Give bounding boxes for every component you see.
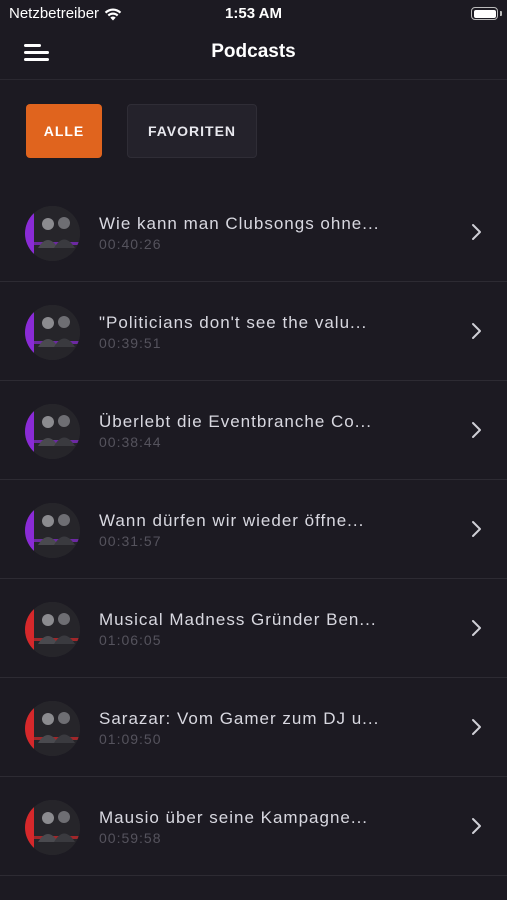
episode-thumbnail (25, 503, 80, 558)
episode-row[interactable]: Wie kann man Clubsongs ohne... 00:40:26 (0, 183, 507, 282)
episode-row[interactable]: Überlebt die Eventbranche Co... 00:38:44 (0, 381, 507, 480)
episode-thumbnail (25, 800, 80, 855)
nav-bar: Podcasts (0, 28, 507, 80)
episode-thumbnail (25, 602, 80, 657)
battery-cap (500, 11, 502, 16)
episode-thumbnail (25, 404, 80, 459)
episode-duration: 01:06:05 (99, 632, 162, 648)
episode-title: Sarazar: Vom Gamer zum DJ u... (99, 709, 380, 728)
episode-row[interactable]: Mausio über seine Kampagne... 00:59:58 (0, 777, 507, 876)
battery-icon (471, 7, 498, 20)
episode-thumbnail (25, 305, 80, 360)
episode-list: Wie kann man Clubsongs ohne... 00:40:26 "P… (0, 183, 507, 876)
episode-thumbnail (25, 701, 80, 756)
episode-duration: 01:09:50 (99, 731, 162, 747)
status-time: 1:53 AM (225, 5, 282, 22)
episode-title: Mausio über seine Kampagne... (99, 808, 369, 827)
status-bar: Netzbetreiber 1:53 AM (0, 0, 507, 28)
chevron-right-icon (472, 719, 481, 735)
episode-row[interactable]: "Politicians don't see the valu... 00:39:… (0, 282, 507, 381)
page-title: Podcasts (211, 41, 296, 62)
podcasts-screen: Netzbetreiber 1:53 AM Podcasts ALLE FAVO… (0, 0, 507, 900)
episode-duration: 00:39:51 (99, 335, 162, 351)
filter-favorites-button[interactable]: FAVORITEN (127, 104, 257, 158)
episode-title: Wie kann man Clubsongs ohne... (99, 214, 380, 233)
episode-title: Überlebt die Eventbranche Co... (99, 412, 372, 431)
episode-title: Musical Madness Gründer Ben... (99, 610, 377, 629)
chevron-right-icon (472, 521, 481, 537)
episode-duration: 00:38:44 (99, 434, 162, 450)
episode-duration: 00:40:26 (99, 236, 162, 252)
chevron-right-icon (472, 323, 481, 339)
chevron-right-icon (472, 224, 481, 240)
episode-row[interactable]: Wann dürfen wir wieder öffne... 00:31:57 (0, 480, 507, 579)
episode-duration: 00:31:57 (99, 533, 162, 549)
chevron-right-icon (472, 422, 481, 438)
chevron-right-icon (472, 620, 481, 636)
episode-title: Wann dürfen wir wieder öffne... (99, 511, 365, 530)
chevron-right-icon (472, 818, 481, 834)
episode-thumbnail (25, 206, 80, 261)
episode-duration: 00:59:58 (99, 830, 162, 846)
episode-row[interactable]: Musical Madness Gründer Ben... 01:06:05 (0, 579, 507, 678)
episode-title: "Politicians don't see the valu... (99, 313, 368, 332)
episode-row[interactable]: Sarazar: Vom Gamer zum DJ u... 01:09:50 (0, 678, 507, 777)
filter-all-button[interactable]: ALLE (26, 104, 102, 158)
